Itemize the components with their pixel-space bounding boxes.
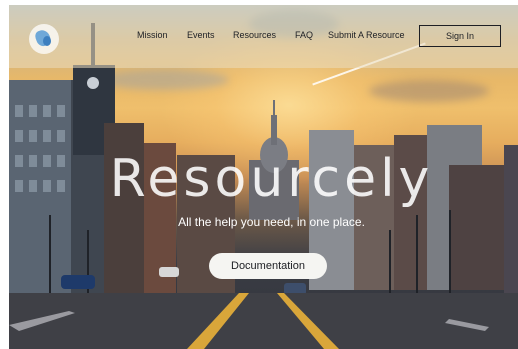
hero-title: Resourcely [109,149,434,209]
hero-section: Mission Events Resources FAQ Submit A Re… [9,5,518,349]
nav-link-submit-resource[interactable]: Submit A Resource [328,30,405,40]
logo-icon[interactable] [29,24,59,54]
logo-mark-accent [43,36,51,46]
navbar: Mission Events Resources FAQ Submit A Re… [9,5,518,68]
nav-link-resources[interactable]: Resources [233,30,276,40]
nav-link-events[interactable]: Events [187,30,215,40]
hero-subtitle: All the help you need, in one place. [178,215,365,229]
nav-link-mission[interactable]: Mission [137,30,168,40]
documentation-button[interactable]: Documentation [209,253,327,279]
nav-link-faq[interactable]: FAQ [295,30,313,40]
sign-in-button[interactable]: Sign In [419,25,501,47]
